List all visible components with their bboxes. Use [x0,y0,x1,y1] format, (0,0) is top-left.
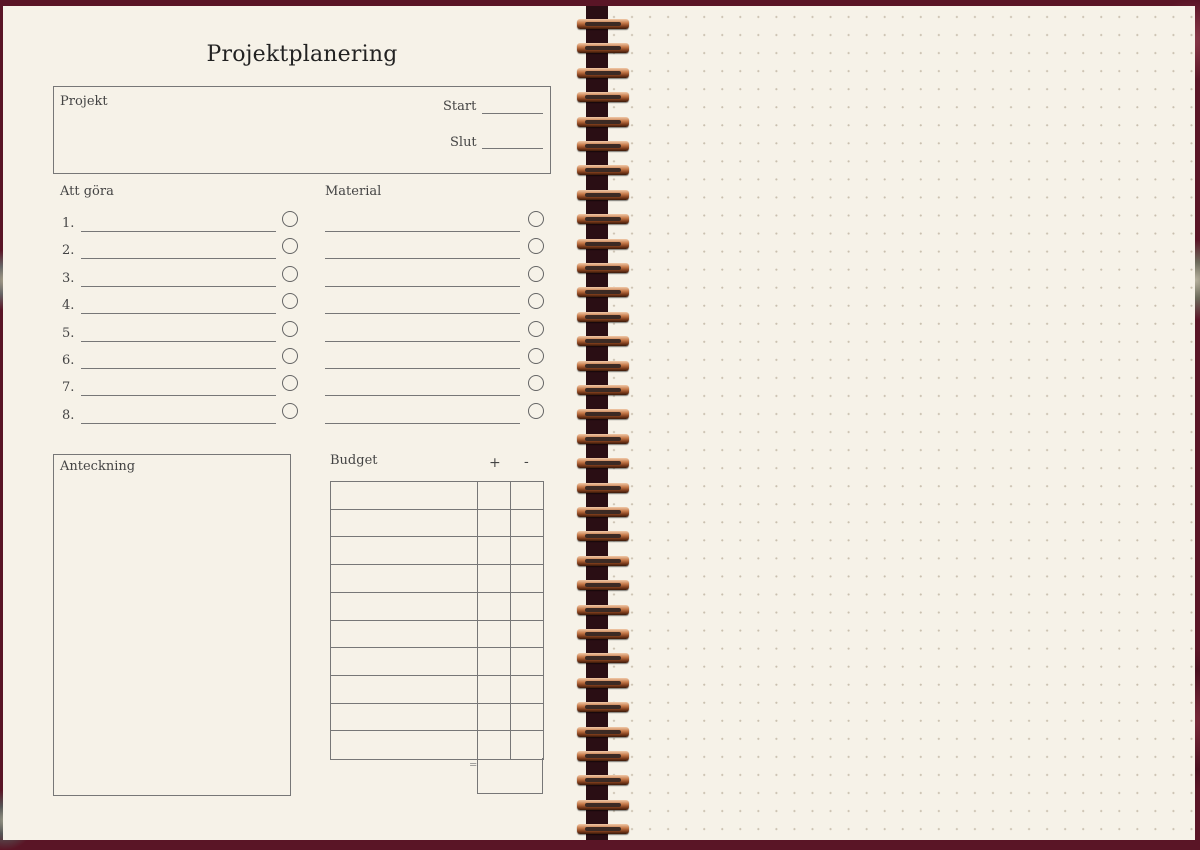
dotted-page[interactable] [608,6,1195,840]
binding-ring [577,43,629,54]
binding-ring [577,336,629,347]
todo-line[interactable] [81,368,276,369]
binding-ring [577,799,629,810]
spine-gutter [586,6,608,840]
budget-row-line[interactable] [330,508,543,510]
budget-equals-label: = [469,760,478,771]
project-label: Projekt [60,94,108,109]
todo-number: 8. [62,407,75,423]
todo-checkbox[interactable] [282,348,298,364]
todo-number: 1. [62,216,75,231]
binding-ring [577,189,629,200]
binding-ring [577,555,629,566]
binding-ring [577,604,629,615]
binding-ring [577,116,629,127]
budget-plus-label: + [489,455,501,471]
binding-ring [577,409,629,420]
budget-row-line[interactable] [330,674,543,676]
todo-line[interactable] [81,340,276,342]
binding-ring [577,482,629,493]
todo-checkbox[interactable] [282,402,298,419]
todo-number: 2. [62,243,75,259]
todo-checkbox[interactable] [282,320,298,337]
todo-line[interactable] [81,395,276,397]
todo-line[interactable] [81,422,276,424]
budget-row-line[interactable] [330,730,543,732]
material-checkbox[interactable] [528,211,544,227]
binding-ring [577,385,629,395]
todo-number: 5. [62,325,75,341]
todo-line[interactable] [81,285,276,287]
material-checkbox[interactable] [528,348,544,364]
binding-ring [577,677,629,688]
binding-ring [577,263,629,273]
budget-total-bottom [477,793,543,794]
binding-ring [577,775,629,786]
budget-total-right [542,758,543,793]
binding-ring [577,311,629,322]
binding-ring [577,433,629,444]
binding-ring [577,702,629,713]
budget-row-line[interactable] [330,591,543,593]
todo-number: 3. [62,270,75,286]
todo-number: 6. [62,353,75,368]
binding-ring [577,726,629,737]
material-line[interactable] [325,395,520,397]
budget-row-line[interactable] [330,564,543,566]
binding-ring [577,531,629,542]
binding-ring [577,287,629,298]
material-line[interactable] [325,422,520,424]
budget-row-line[interactable] [330,647,543,649]
material-line[interactable] [325,313,520,315]
material-checkbox[interactable] [528,265,544,282]
todo-line[interactable] [81,258,276,260]
start-label: Start [443,99,477,114]
todo-checkbox[interactable] [282,211,298,227]
budget-label: Budget [330,453,378,468]
binding-ring [577,629,629,639]
binding-ring [577,92,629,103]
material-line[interactable] [325,340,520,342]
binding-ring [577,507,629,517]
todo-label: Att göra [60,184,114,199]
binding-ring [577,580,629,591]
material-line[interactable] [325,231,520,232]
notes-box[interactable] [53,454,291,796]
todo-line[interactable] [81,313,276,315]
material-checkbox[interactable] [528,402,544,419]
binding-ring [577,141,629,151]
budget-minus-label: - [524,454,529,470]
material-label: Material [325,184,382,199]
binding-ring [577,751,629,761]
binding-ring [577,67,629,78]
binding-ring [577,360,629,371]
budget-table [330,481,544,760]
material-checkbox[interactable] [528,320,544,337]
binding-ring [577,19,629,29]
binding-ring [577,165,629,176]
todo-checkbox[interactable] [282,265,298,282]
budget-row-line[interactable] [330,619,543,621]
material-line[interactable] [325,368,520,369]
notes-label: Anteckning [60,459,136,474]
binding-ring [577,458,629,469]
start-field[interactable] [482,113,543,114]
budget-row-line[interactable] [330,702,543,704]
page-title: Projektplanering [206,42,398,67]
end-label: Slut [450,135,477,150]
binding-ring [577,238,629,249]
budget-plus-column [477,481,478,793]
todo-number: 7. [62,380,75,396]
binding-ring [577,824,629,835]
end-field[interactable] [482,148,543,149]
binding-ring [577,214,629,225]
todo-number: 4. [62,298,75,314]
material-line[interactable] [325,285,520,287]
budget-row-line[interactable] [330,536,543,538]
binding-ring [577,653,629,664]
material-line[interactable] [325,258,520,260]
todo-line[interactable] [81,231,276,232]
